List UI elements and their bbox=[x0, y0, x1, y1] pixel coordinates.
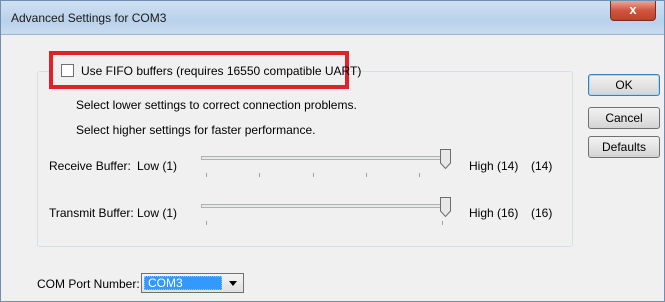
receive-value: (14) bbox=[531, 159, 553, 173]
transmit-slider-thumb[interactable] bbox=[440, 197, 451, 217]
receive-buffer-label: Receive Buffer: bbox=[49, 159, 131, 173]
hint-higher: Select higher settings for faster perfor… bbox=[76, 123, 316, 137]
receive-tick bbox=[206, 173, 207, 177]
receive-tick bbox=[419, 173, 420, 177]
transmit-tick bbox=[442, 221, 443, 225]
receive-high-label: High (14) bbox=[469, 159, 519, 173]
receive-tick bbox=[366, 173, 367, 177]
receive-low-label: Low (1) bbox=[137, 159, 178, 173]
com-port-label: COM Port Number: bbox=[37, 277, 140, 291]
com-port-dropdown[interactable]: COM3 bbox=[141, 273, 244, 293]
receive-tick bbox=[313, 173, 314, 177]
cancel-button[interactable]: Cancel bbox=[588, 107, 660, 129]
transmit-tick bbox=[206, 221, 207, 225]
advanced-settings-dialog: Advanced Settings for COM3 x Use FIFO bu… bbox=[0, 0, 665, 302]
receive-slider-track[interactable] bbox=[201, 156, 449, 160]
ok-button[interactable]: OK bbox=[588, 74, 660, 96]
receive-tick bbox=[259, 173, 260, 177]
transmit-slider-track[interactable] bbox=[201, 204, 449, 208]
fifo-checkbox[interactable] bbox=[61, 64, 74, 77]
defaults-button[interactable]: Defaults bbox=[588, 136, 660, 158]
transmit-value: (16) bbox=[531, 206, 553, 220]
com-port-selected-value: COM3 bbox=[144, 276, 222, 290]
title-bar[interactable]: Advanced Settings for COM3 x bbox=[1, 1, 664, 35]
hint-lower: Select lower settings to correct connect… bbox=[76, 98, 357, 112]
transmit-low-label: Low (1) bbox=[137, 206, 178, 220]
transmit-high-label: High (16) bbox=[469, 206, 519, 220]
fifo-checkbox-label[interactable]: Use FIFO buffers (requires 16550 compati… bbox=[81, 64, 361, 78]
receive-slider-thumb[interactable] bbox=[440, 149, 451, 169]
chevron-down-icon[interactable] bbox=[229, 281, 237, 286]
transmit-buffer-label: Transmit Buffer: bbox=[49, 206, 134, 220]
window-title: Advanced Settings for COM3 bbox=[11, 11, 167, 25]
close-button[interactable]: x bbox=[610, 1, 656, 21]
